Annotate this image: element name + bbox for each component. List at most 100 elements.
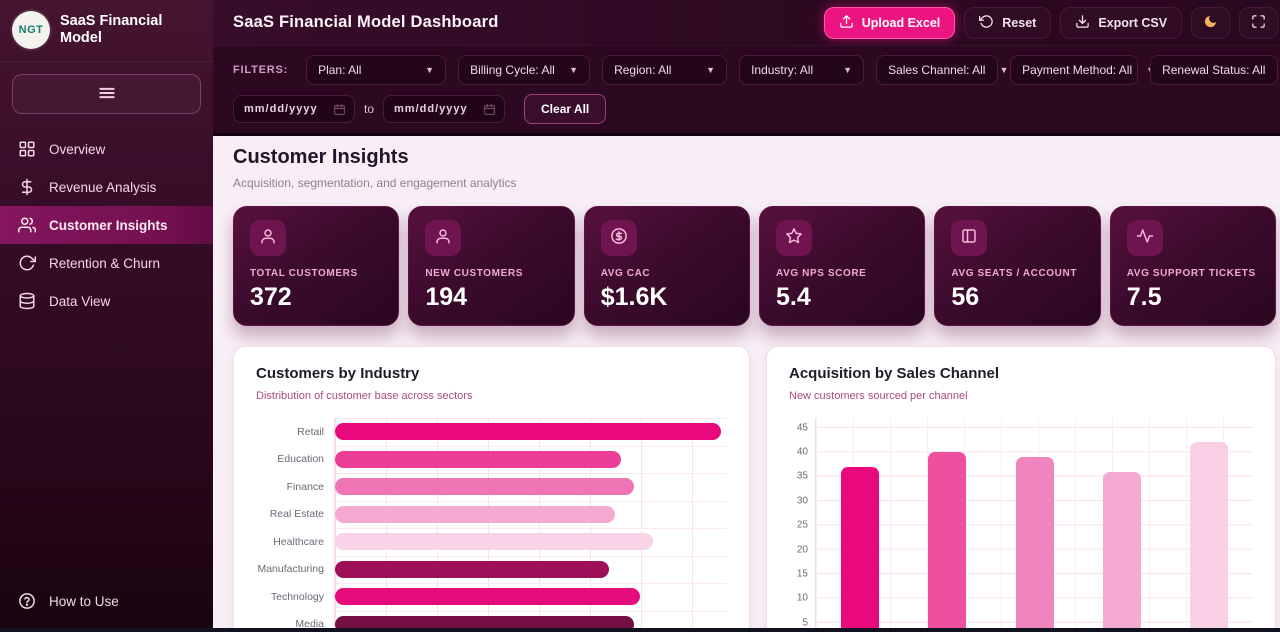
bar-slot (1078, 418, 1165, 632)
chevron-down-icon: ▼ (706, 65, 715, 75)
y-tick-label: 15 (797, 568, 808, 579)
category-label: Technology (256, 591, 334, 603)
bar-row-finance: Finance (256, 473, 727, 501)
bar-row-education: Education (256, 446, 727, 474)
upload-icon (839, 14, 854, 32)
sidebar-item-label: Data View (49, 294, 110, 309)
filter-dropdown-plan[interactable]: Plan: All▼ (306, 55, 446, 85)
sidebar-item-data-view[interactable]: Data View (0, 282, 213, 320)
page-title: Customer Insights (233, 146, 1276, 169)
channel-bar-2[interactable] (928, 452, 966, 632)
y-tick-label: 40 (797, 447, 808, 458)
y-tick-label: 25 (797, 520, 808, 531)
bar-row-healthcare: Healthcare (256, 528, 727, 556)
person-icon (259, 227, 277, 250)
date-to-placeholder: mm/dd/yyyy (394, 103, 468, 115)
y-tick-label: 45 (797, 422, 808, 433)
kpi-value: 7.5 (1127, 283, 1259, 312)
sidebar-toggle-button[interactable] (12, 74, 201, 114)
export-csv-button[interactable]: Export CSV (1060, 7, 1182, 39)
export-csv-label: Export CSV (1098, 16, 1167, 30)
bar-retail[interactable] (335, 423, 721, 440)
filter-dropdown-billing-cycle[interactable]: Billing Cycle: All▼ (458, 55, 590, 85)
reset-label: Reset (1002, 16, 1036, 30)
filter-dropdown-industry[interactable]: Industry: All ▼ (739, 55, 864, 85)
bar-technology[interactable] (335, 588, 640, 605)
filter-dropdown-sales-channel[interactable]: Sales Channel: All▼ (876, 55, 998, 85)
chevron-down-icon: ▼ (843, 65, 852, 75)
app-title: SaaS Financial Model (60, 13, 201, 46)
sidebar-item-how-to-use[interactable]: How to Use (0, 582, 213, 620)
bar-row-retail: Retail (256, 418, 727, 446)
refresh-icon (18, 254, 36, 272)
bar-manufacturing[interactable] (335, 561, 609, 578)
kpi-value: 372 (250, 283, 382, 312)
channel-bar-5[interactable] (1190, 442, 1228, 632)
theme-toggle-button[interactable] (1191, 7, 1230, 39)
app-window: NGT SaaS Financial Model OverviewRevenue… (0, 0, 1280, 632)
bar-track (334, 418, 727, 446)
filter-dropdown-payment-method[interactable]: Payment Method: All▼ (1010, 55, 1138, 85)
kpi-row: TOTAL CUSTOMERS372NEW CUSTOMERS194AVG CA… (233, 206, 1276, 326)
filter-dropdown-renewal-status[interactable]: Renewal Status: All▼ (1150, 55, 1278, 85)
category-label: Retail (256, 426, 334, 438)
y-tick-label: 5 (802, 617, 808, 628)
sidebar-item-overview[interactable]: Overview (0, 130, 213, 168)
sidebar-item-customer-insights[interactable]: Customer Insights (0, 206, 213, 244)
plot-area (815, 418, 1253, 632)
star-icon (785, 227, 803, 250)
filter-row-dates: mm/dd/yyyy to mm/dd/yyyy Clear All (233, 94, 1278, 124)
bar-track (334, 501, 727, 529)
bar-education[interactable] (335, 451, 621, 468)
download-icon (1075, 14, 1090, 32)
kpi-card-new-customers: NEW CUSTOMERS194 (408, 206, 574, 326)
help-circle-icon (18, 592, 36, 610)
sidebar-nav: Overview Revenue AnalysisCustomer Insight… (0, 130, 213, 320)
bar-row-manufacturing: Manufacturing (256, 556, 727, 584)
sidebar-item-label: Overview (49, 142, 105, 157)
category-label: Healthcare (256, 536, 334, 548)
kpi-icon-box (425, 220, 461, 256)
bar-slot (991, 418, 1078, 632)
dropdown-value: Renewal Status: All (1162, 63, 1265, 77)
y-tick-label: 20 (797, 544, 808, 555)
calendar-icon (483, 103, 496, 116)
sidebar-item-revenue-analysis[interactable]: Revenue Analysis (0, 168, 213, 206)
date-from-input[interactable]: mm/dd/yyyy (233, 95, 355, 123)
channel-bar-chart: 51015202530354045 (789, 408, 1253, 632)
page-subtitle: Acquisition, segmentation, and engagemen… (233, 176, 1276, 190)
kpi-label: NEW CUSTOMERS (425, 268, 557, 279)
channel-bar-4[interactable] (1103, 472, 1141, 632)
date-to-input[interactable]: mm/dd/yyyy (383, 95, 505, 123)
upload-excel-button[interactable]: Upload Excel (824, 7, 956, 39)
channel-bar-1[interactable] (841, 467, 879, 632)
bar-healthcare[interactable] (335, 533, 653, 550)
fullscreen-button[interactable] (1239, 7, 1278, 39)
kpi-card-avg-seats-account: AVG SEATS / ACCOUNT56 (934, 206, 1100, 326)
bar-real-estate[interactable] (335, 506, 615, 523)
chevron-down-icon: ▼ (425, 65, 434, 75)
kpi-card-avg-nps-score: AVG NPS SCORE5.4 (759, 206, 925, 326)
chevron-down-icon: ▼ (569, 65, 578, 75)
bar-slot (903, 418, 990, 632)
clear-all-button[interactable]: Clear All (524, 94, 606, 124)
content-area: SaaS Financial Model Dashboard Upload Ex… (213, 0, 1280, 632)
topbar-actions: Upload Excel Reset Export CSV (824, 7, 1278, 39)
bar-finance[interactable] (335, 478, 634, 495)
filter-dropdowns: Plan: All▼ Billing Cycle: All▼ Region: All… (306, 55, 1278, 85)
hamburger-icon (97, 83, 117, 106)
dropdown-value: Industry: All (751, 63, 813, 77)
filter-dropdown-region[interactable]: Region: All▼ (602, 55, 727, 85)
charts-row: Customers by Industry Distribution of cu… (233, 346, 1276, 632)
topbar: SaaS Financial Model Dashboard Upload Ex… (213, 0, 1280, 45)
moon-icon (1203, 14, 1218, 32)
sidebar-item-retention-churn[interactable]: Retention & Churn (0, 244, 213, 282)
dropdown-value: Sales Channel: All (888, 63, 985, 77)
reset-button[interactable]: Reset (964, 7, 1051, 39)
bar-track (334, 473, 727, 501)
channel-bar-3[interactable] (1016, 457, 1054, 632)
users-icon (18, 216, 36, 234)
reset-icon (979, 14, 994, 32)
y-tick-label: 30 (797, 495, 808, 506)
kpi-label: AVG CAC (601, 268, 733, 279)
